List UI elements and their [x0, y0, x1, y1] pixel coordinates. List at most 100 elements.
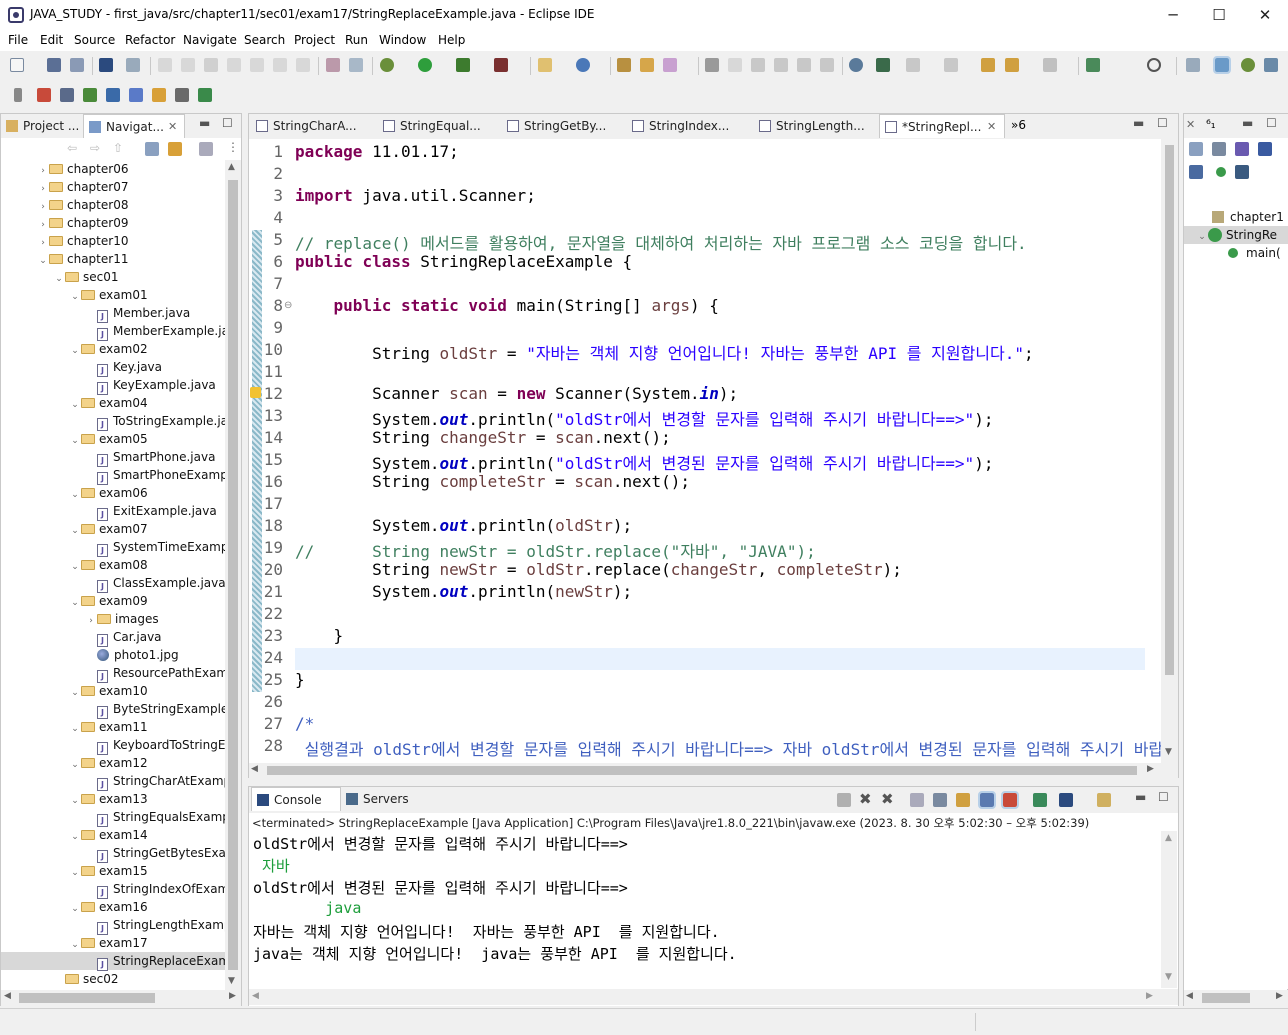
run-server-icon[interactable]: [876, 58, 890, 72]
mark-occurrences-icon[interactable]: [751, 58, 765, 72]
tree-folder-item[interactable]: › chapter08: [1, 196, 225, 214]
jee-perspective-icon[interactable]: [1264, 58, 1278, 72]
fold-toggle-icon[interactable]: ⊖: [284, 300, 292, 311]
tree-folder-item[interactable]: ⌄ exam05: [1, 430, 225, 448]
minimize-outline-icon[interactable]: ▬: [1242, 116, 1253, 130]
editor-scroll-thumb[interactable]: [1165, 145, 1174, 675]
outline-horizontal-scrollbar[interactable]: ◀ ▶: [1184, 990, 1288, 1006]
tree-file-item[interactable]: J Key.java: [1, 358, 225, 377]
tab-stringlength[interactable]: StringLength...: [754, 114, 878, 138]
open-console-icon[interactable]: [1097, 793, 1111, 807]
annotation-icon[interactable]: [705, 58, 719, 72]
tab-stringgetbytes[interactable]: StringGetBy...: [502, 114, 622, 138]
table-icon[interactable]: [60, 88, 74, 102]
word-wrap-console-icon[interactable]: [956, 793, 970, 807]
tree-folder-item[interactable]: ⌄ exam09: [1, 592, 225, 610]
tree-folder-item[interactable]: ⌄ exam07: [1, 520, 225, 538]
tree-file-item[interactable]: JStringReplaceExample.java: [1, 952, 225, 971]
scroll-lock-icon[interactable]: [933, 793, 947, 807]
open-type-icon[interactable]: [617, 58, 631, 72]
tree-folder-item[interactable]: › chapter06: [1, 160, 225, 178]
public-filter-icon[interactable]: [1216, 167, 1226, 177]
tree-file-item[interactable]: J SmartPhone.java: [1, 448, 225, 467]
tree-folder-item[interactable]: ⌄ exam16: [1, 898, 225, 916]
save-icon[interactable]: [47, 58, 61, 72]
tab-stringindexof[interactable]: StringIndex...: [627, 114, 751, 138]
package-icon[interactable]: [106, 88, 120, 102]
menu-edit[interactable]: Edit: [40, 33, 63, 47]
tree-file-item[interactable]: J ExitExample.java: [1, 502, 225, 521]
minimize-button[interactable]: ─: [1150, 0, 1196, 31]
tree-folder-item[interactable]: ⌄ sec01: [1, 268, 225, 286]
tree-horizontal-scrollbar[interactable]: ◀ ▶: [1, 990, 241, 1006]
tree-folder-item[interactable]: ⌄ chapter11: [1, 250, 225, 268]
search-tool-icon[interactable]: [663, 58, 677, 72]
tree-file-item[interactable]: photo1.jpg: [1, 646, 225, 664]
tab-servers[interactable]: Servers: [341, 787, 421, 811]
person-icon[interactable]: [37, 88, 51, 102]
skip-breakpoints-icon[interactable]: [126, 58, 140, 72]
close-icon[interactable]: ✕: [987, 115, 996, 138]
console-vertical-scrollbar[interactable]: ▲ ▼: [1161, 831, 1177, 988]
tree-file-item[interactable]: JResourcePathExample.java: [1, 664, 225, 683]
tree-folder-item[interactable]: ⌄ exam17: [1, 934, 225, 952]
next-annotation-icon[interactable]: [906, 58, 920, 72]
tree-folder-item[interactable]: ⌄ exam02: [1, 340, 225, 358]
tree-folder-item[interactable]: sec02: [1, 970, 225, 988]
tree-file-item[interactable]: JToStringExample.java: [1, 412, 225, 431]
tree-folder-item[interactable]: ⌄ exam04: [1, 394, 225, 412]
tree-vertical-scrollbar[interactable]: ▲ ▼: [225, 160, 241, 990]
minimize-console-icon[interactable]: ▬: [1135, 790, 1146, 804]
outline-package-item[interactable]: chapter1: [1212, 208, 1284, 226]
java-perspective-icon[interactable]: [1213, 56, 1231, 74]
new-icon[interactable]: [10, 58, 24, 72]
tab-stringcharat[interactable]: StringCharA...: [251, 114, 373, 138]
editor-vertical-scrollbar[interactable]: ▼: [1161, 139, 1178, 763]
clear-console-icon[interactable]: [910, 793, 924, 807]
tree-folder-item[interactable]: ⌄ exam11: [1, 718, 225, 736]
tab-stringreplace[interactable]: *StringRepl... ✕: [879, 114, 1005, 138]
tree-file-item[interactable]: JSystemTimeExample.java: [1, 538, 225, 557]
tree-file-item[interactable]: J Car.java: [1, 628, 225, 647]
tree-folder-item[interactable]: ⌄ exam15: [1, 862, 225, 880]
block-selection-icon[interactable]: [774, 58, 788, 72]
menu-window[interactable]: Window: [379, 33, 426, 47]
collapse-outline-icon[interactable]: [1189, 142, 1203, 156]
show-on-stderr-icon[interactable]: [1001, 791, 1019, 809]
word-wrap-icon[interactable]: [349, 58, 363, 72]
external-tools-icon[interactable]: [494, 58, 508, 72]
back-icon[interactable]: [1005, 58, 1019, 72]
maximize-view-icon[interactable]: ☐: [222, 116, 233, 130]
git-icon[interactable]: [175, 88, 189, 102]
last-edit-icon[interactable]: [981, 58, 995, 72]
outline-hscroll-thumb[interactable]: [1202, 993, 1250, 1003]
debug-perspective-icon[interactable]: [1241, 58, 1255, 72]
tree-folder-item[interactable]: ⌄ exam12: [1, 754, 225, 772]
remove-launch-icon[interactable]: ✖: [859, 790, 872, 808]
tree-file-item[interactable]: JByteStringExample.java: [1, 700, 225, 719]
tree-folder-item[interactable]: ⌄ exam08: [1, 556, 225, 574]
outline-tab[interactable]: ⁶₁: [1206, 117, 1216, 131]
show-whitespace-icon[interactable]: [797, 58, 811, 72]
paragraph-icon[interactable]: [820, 58, 834, 72]
hide-nonpublic-icon[interactable]: [1189, 165, 1203, 179]
tree-folder-item[interactable]: ⌄ exam13: [1, 790, 225, 808]
tree-file-item[interactable]: J Member.java: [1, 304, 225, 323]
book-icon[interactable]: [83, 88, 97, 102]
tree-file-item[interactable]: JStringLengthExample.java: [1, 916, 225, 935]
link-editor-icon[interactable]: [168, 142, 182, 156]
tree-file-item[interactable]: JKeyboardToStringExample.java: [1, 736, 225, 755]
remove-all-icon[interactable]: ✖: [881, 790, 894, 808]
hide-local-types-icon[interactable]: [1235, 165, 1249, 179]
tab-navigator[interactable]: Navigat... ✕: [83, 114, 185, 138]
tree-file-item[interactable]: JStringCharAtExample.java: [1, 772, 225, 791]
code-editor[interactable]: 1 package 11.01.17; 2 3 import java.util.Sca…: [249, 139, 1178, 763]
tab-overflow-indicator[interactable]: »6: [1011, 118, 1026, 132]
close-icon[interactable]: ✕: [168, 115, 177, 138]
text-icon[interactable]: [129, 88, 143, 102]
web-browser-icon[interactable]: [849, 58, 863, 72]
tab-project-explorer[interactable]: Project ...: [1, 114, 81, 138]
minimize-editor-icon[interactable]: ▬: [1133, 116, 1144, 130]
tree-file-item[interactable]: JStringEqualsExample.java: [1, 808, 225, 827]
editor-hscroll-thumb[interactable]: [267, 766, 1137, 775]
